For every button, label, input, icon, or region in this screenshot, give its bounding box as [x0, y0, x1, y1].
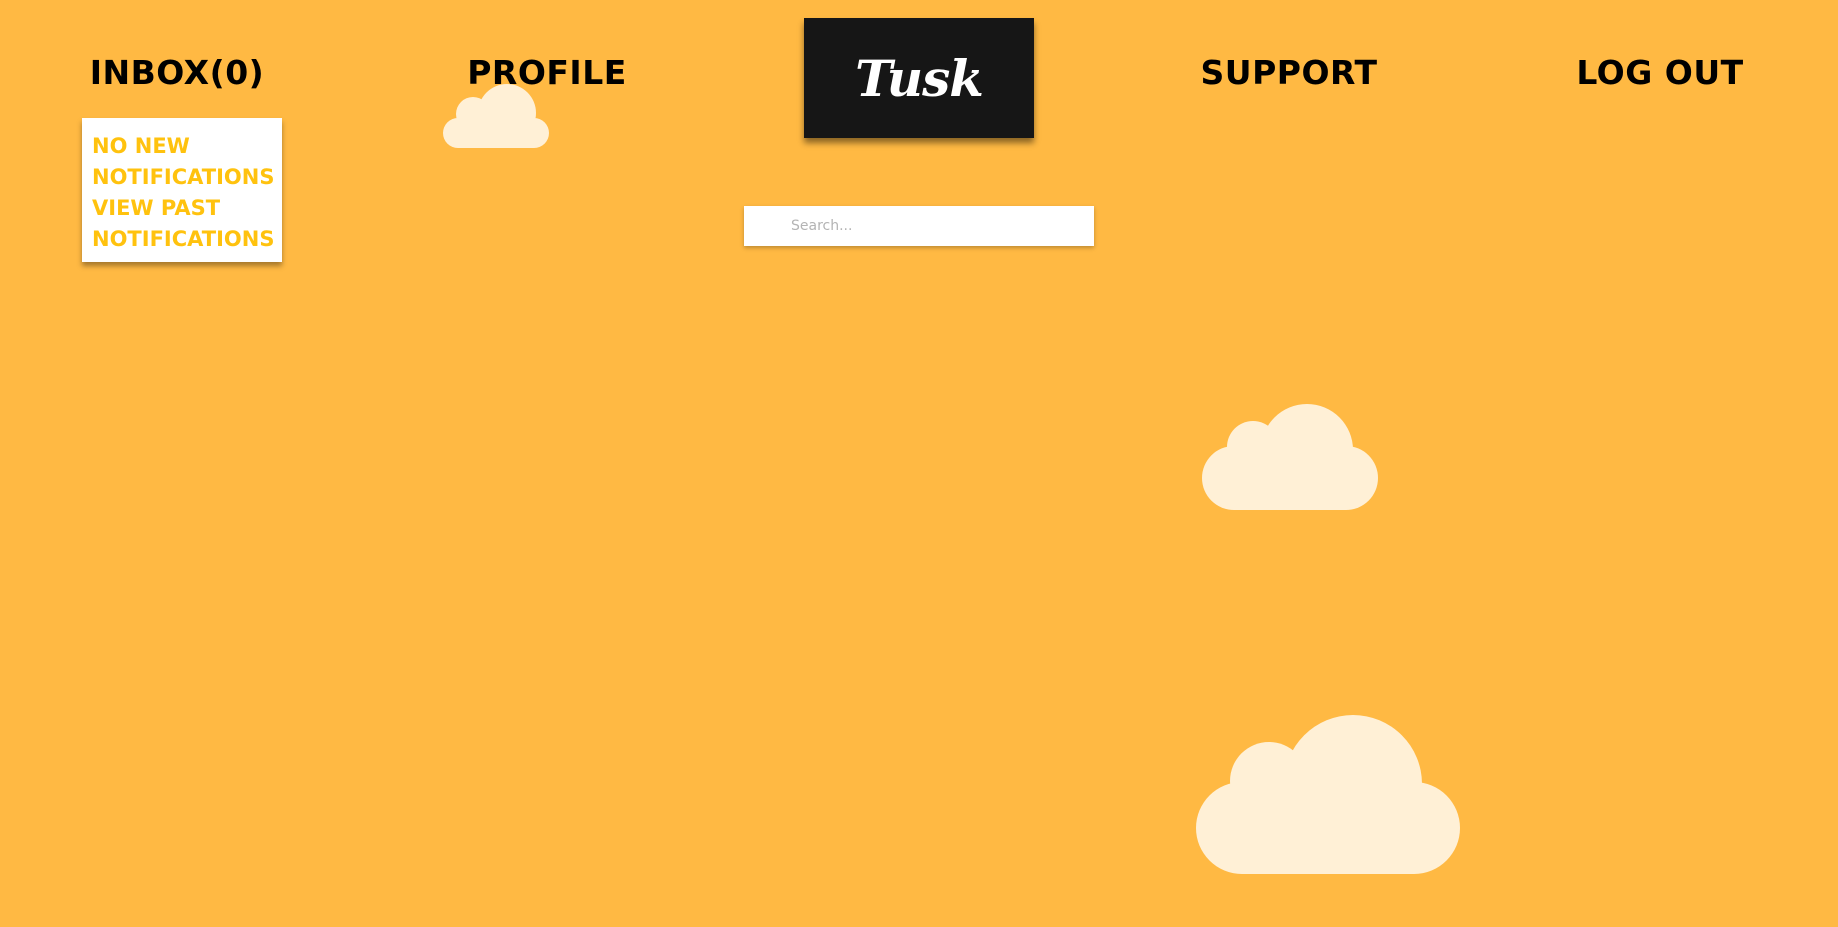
logo-text: Tusk: [855, 48, 984, 108]
search-input[interactable]: [744, 206, 1094, 246]
view-past-notifications-item[interactable]: VIEW PAST NOTIFICATIONS: [92, 193, 274, 255]
log-out-link[interactable]: LOG OUT: [1576, 56, 1743, 89]
no-new-notifications-item[interactable]: NO NEW NOTIFICATIONS: [92, 131, 274, 193]
cloud-icon: [1202, 404, 1378, 510]
search-bar: [744, 206, 1094, 246]
inbox-link[interactable]: INBOX(0): [90, 56, 265, 89]
cloud-icon: [443, 84, 549, 148]
cloud-icon: [1196, 715, 1460, 874]
notifications-dropdown: NO NEW NOTIFICATIONS VIEW PAST NOTIFICAT…: [82, 118, 282, 262]
support-link[interactable]: SUPPORT: [1201, 56, 1378, 89]
logo[interactable]: Tusk: [804, 18, 1034, 138]
